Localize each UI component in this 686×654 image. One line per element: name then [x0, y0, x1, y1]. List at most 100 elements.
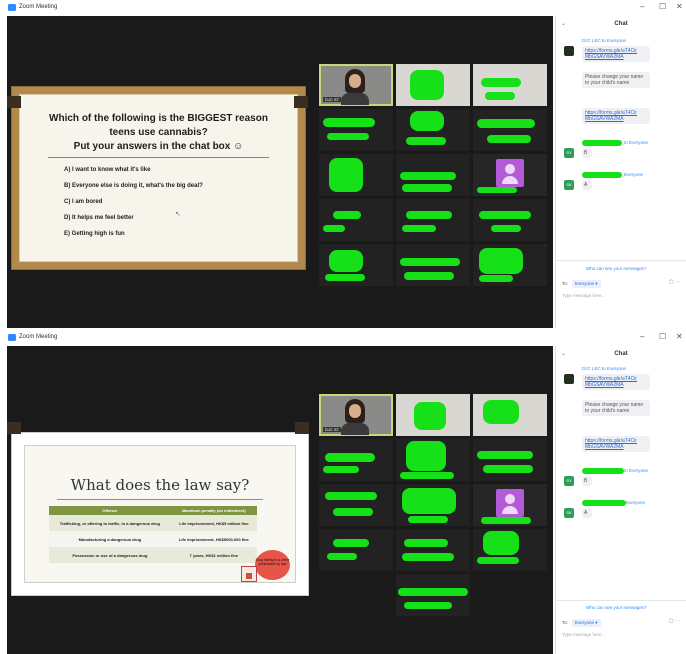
participant-tile[interactable] — [319, 154, 393, 196]
minimize-button[interactable]: – — [640, 332, 644, 341]
participant-tile[interactable] — [396, 244, 470, 286]
chat-title: Chat — [614, 351, 628, 357]
participant-tile[interactable] — [319, 439, 393, 481]
more-icon[interactable]: ⋯ — [675, 279, 680, 285]
offence-cell: Trafficking, or offering to traffic, in … — [49, 515, 171, 531]
redaction-mark — [483, 400, 519, 424]
redaction-mark — [400, 258, 460, 266]
who-can-see-link[interactable]: Who can see your messages? — [586, 605, 647, 610]
participant-tile[interactable] — [473, 244, 547, 286]
participant-tile[interactable] — [396, 484, 470, 526]
chat-message: B — [582, 148, 592, 158]
file-icon[interactable]: ▢ — [669, 618, 674, 624]
recipient-row: To: Everyone ▾ — [562, 619, 601, 627]
chat-panel: ⌄ Chat DJC LEC to Everyone https://forms… — [555, 346, 686, 654]
host-video — [341, 399, 369, 435]
redaction-mark — [325, 453, 375, 462]
zoom-app-icon — [8, 334, 16, 341]
chat-message-link[interactable]: https://forms.gle/aT4Cir MbGSAVWA2MA — [582, 436, 650, 452]
chat-message-link[interactable]: https://forms.gle/aT4Cir MbGSAVWA2MA — [582, 374, 650, 390]
participant-tile[interactable] — [473, 439, 547, 481]
participant-tile[interactable] — [319, 484, 393, 526]
participant-tile[interactable] — [396, 199, 470, 241]
sender-avatar: SY — [564, 148, 574, 158]
participant-tile[interactable] — [319, 109, 393, 151]
slide-peg-left — [7, 422, 21, 434]
chat-title: Chat — [614, 21, 628, 27]
participant-tile[interactable] — [396, 154, 470, 196]
chat-actions: ▢ ⋯ — [669, 618, 680, 624]
participant-tile[interactable] — [319, 199, 393, 241]
recipient-dropdown[interactable]: Everyone ▾ — [572, 619, 601, 627]
participant-tile[interactable] — [473, 199, 547, 241]
slide-content: What does the law say? Offence Maximum p… — [24, 445, 296, 583]
recipient-row: To: Everyone ▾ — [562, 280, 601, 288]
recipient-dropdown[interactable]: Everyone ▾ — [572, 280, 601, 288]
redaction-mark — [477, 187, 517, 193]
chevron-down-icon[interactable]: ⌄ — [561, 16, 566, 32]
participant-tile-host[interactable]: DJC ST — [319, 394, 393, 436]
redaction-mark — [582, 140, 622, 146]
zoom-app-icon — [8, 4, 16, 11]
who-can-see-link[interactable]: Who can see your messages? — [586, 266, 647, 271]
redaction-mark — [329, 158, 363, 192]
participant-tile[interactable] — [396, 394, 470, 436]
slide-divider — [48, 157, 269, 158]
participant-tile[interactable] — [319, 244, 393, 286]
chat-message-link[interactable]: https://forms.gle/aT4Cir MbGSAVWA2MA — [582, 108, 650, 124]
option-a: A) I want to know what it's like — [64, 167, 151, 173]
redaction-mark — [479, 248, 523, 274]
file-icon[interactable]: ▢ — [669, 279, 674, 285]
redaction-mark — [323, 118, 375, 127]
participant-tile[interactable] — [396, 109, 470, 151]
redaction-mark — [404, 539, 448, 547]
mouse-cursor-icon: ↖ — [175, 211, 181, 218]
participant-tile-host[interactable]: DJC ST — [319, 64, 393, 106]
participant-tile[interactable] — [473, 394, 547, 436]
redaction-mark — [485, 92, 515, 100]
participant-tile[interactable] — [396, 574, 470, 616]
participant-tile[interactable] — [473, 109, 547, 151]
maximize-button[interactable]: ☐ — [659, 332, 666, 341]
redaction-mark — [402, 553, 454, 561]
minimize-button[interactable]: – — [640, 2, 644, 11]
redaction-mark — [481, 78, 521, 87]
to-label: To: — [562, 620, 569, 625]
redaction-mark — [323, 466, 359, 473]
chat-message-link[interactable]: https://forms.gle/aT4Cir MbGSAVWA2MA — [582, 46, 650, 62]
redaction-mark — [323, 225, 345, 232]
close-button[interactable]: ✕ — [676, 332, 683, 341]
chevron-down-icon[interactable]: ⌄ — [561, 346, 566, 362]
slide-content: Which of the following is the BIGGEST re… — [19, 94, 298, 262]
message-recipient: Everyone — [626, 500, 646, 505]
close-button[interactable]: ✕ — [676, 2, 683, 11]
participant-tile[interactable] — [473, 64, 547, 106]
participant-tile[interactable] — [473, 529, 547, 571]
to-label: To: — [562, 281, 569, 286]
redaction-mark — [582, 500, 626, 506]
redaction-mark — [414, 402, 446, 430]
column-header: Offence — [49, 506, 171, 515]
redaction-mark — [408, 516, 448, 523]
window-title: Zoom Meeting — [19, 334, 58, 340]
chat-message: Please change your name to your child's … — [582, 400, 650, 416]
maximize-button[interactable]: ☐ — [659, 2, 666, 11]
offence-cell: Possession or use of a dangerous drug — [49, 547, 171, 563]
participant-tile[interactable] — [319, 529, 393, 571]
participant-tile-no-video[interactable] — [473, 484, 547, 526]
participant-tile[interactable] — [396, 529, 470, 571]
participant-tile[interactable] — [396, 64, 470, 106]
chat-divider — [556, 600, 686, 601]
chat-actions: ▢ ⋯ — [669, 279, 680, 285]
redaction-mark — [582, 172, 622, 178]
offence-cell: Manufacturing a dangerous drug — [49, 531, 171, 547]
more-icon[interactable]: ⋯ — [675, 618, 680, 624]
house-icon — [241, 566, 257, 582]
participant-tile-no-video[interactable] — [473, 154, 547, 196]
zoom-window-top: Zoom Meeting – ☐ ✕ Which of the followin… — [3, 0, 686, 328]
sender-logo-icon — [564, 374, 574, 384]
chat-panel: ⌄ Chat DJC LEC to Everyone https://forms… — [555, 16, 686, 328]
chat-input[interactable]: Type message here... — [562, 293, 605, 298]
chat-input[interactable]: Type message here... — [562, 632, 605, 637]
participant-tile[interactable] — [396, 439, 470, 481]
